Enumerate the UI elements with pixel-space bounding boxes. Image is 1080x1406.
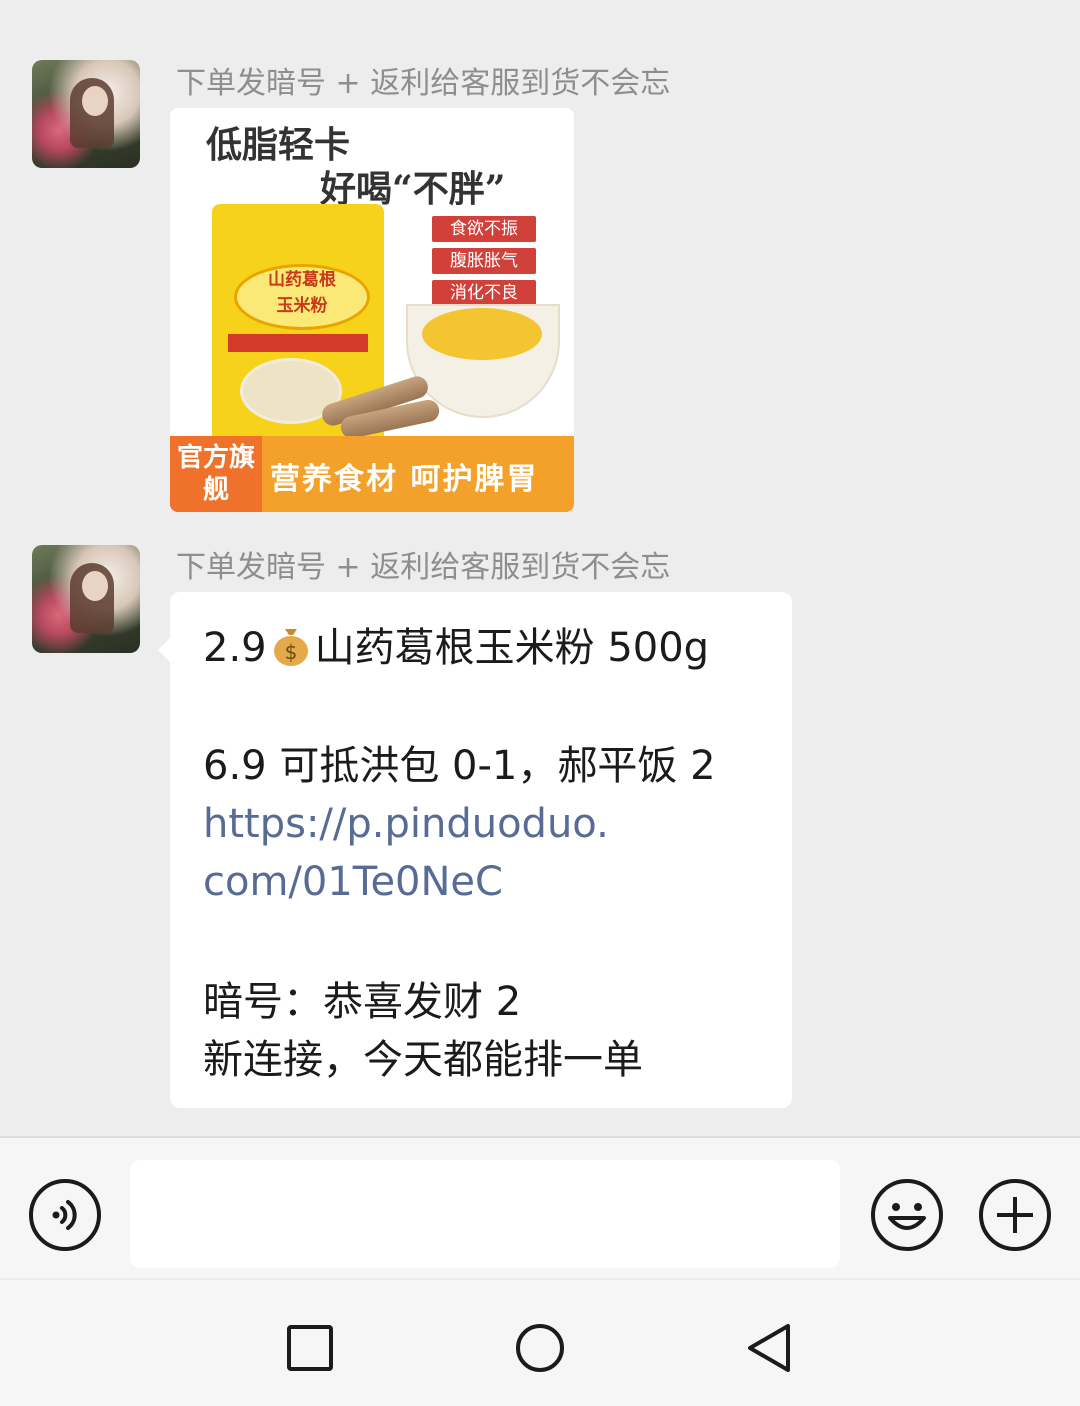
code-line: 暗号：恭喜发财 2 (203, 979, 522, 1025)
plus-icon[interactable] (978, 1178, 1052, 1252)
product-name: 山药葛根玉米粉 500g (314, 625, 710, 671)
sender-avatar[interactable] (32, 60, 140, 168)
nav-back-icon[interactable] (744, 1322, 796, 1374)
product-bag-label: 山药葛根 玉米粉 (234, 264, 370, 330)
deal-line: 6.9 可抵洪包 0-1，郝平饭 2 (203, 743, 716, 789)
price-value: 2.9 (203, 625, 267, 671)
product-tag: 食欲不振 (432, 216, 536, 242)
message-input[interactable] (130, 1160, 840, 1268)
product-bag-ribbon (228, 334, 368, 352)
nav-recents-icon[interactable] (284, 1322, 336, 1374)
voice-icon[interactable] (28, 1178, 102, 1252)
product-image-message[interactable]: 低脂轻卡 好喝“不胖” 食欲不振 腹胀胀气 消化不良 山药葛根 玉米粉 官方旗舰… (170, 108, 574, 512)
product-link[interactable]: https://p.pinduoduo. (203, 798, 609, 850)
sender-avatar[interactable] (32, 545, 140, 653)
official-badge: 官方旗舰 (170, 436, 262, 512)
price-line: 2.9 $ 山药葛根玉米粉 500g (203, 622, 709, 674)
sender-name: 下单发暗号 + 返利给客服到货不会忘 (176, 66, 671, 101)
porridge-fill (422, 308, 542, 360)
emoji-icon[interactable] (870, 1178, 944, 1252)
nav-home-icon[interactable] (514, 1322, 566, 1374)
money-bag-icon: $ (273, 629, 308, 666)
svg-text:$: $ (284, 640, 297, 664)
product-tag: 消化不良 (432, 280, 536, 306)
text-message-bubble[interactable]: 2.9 $ 山药葛根玉米粉 500g 6.9 可抵洪包 0-1，郝平饭 2 ht… (158, 592, 792, 1108)
note-line: 新连接，今天都能排一单 (203, 1037, 643, 1083)
product-footer: 官方旗舰 营养食材 呵护脾胃 (170, 436, 574, 512)
product-link-continued[interactable]: com/01Te0NeC (203, 856, 503, 908)
product-tag: 腹胀胀气 (432, 248, 536, 274)
product-slogan: 营养食材 呵护脾胃 (270, 462, 539, 497)
sender-name: 下单发暗号 + 返利给客服到货不会忘 (176, 550, 671, 585)
